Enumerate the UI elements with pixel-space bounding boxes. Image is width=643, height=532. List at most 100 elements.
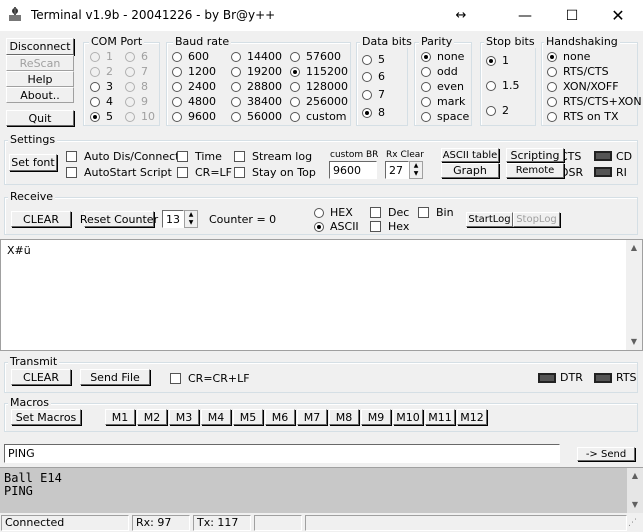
custom-br-input[interactable]: 9600 xyxy=(329,161,377,179)
handshake-none-radio[interactable]: none xyxy=(547,50,590,63)
cr-lf-checkbox[interactable]: CR=LF xyxy=(177,166,232,179)
rx-clear-input[interactable]: 27 xyxy=(385,161,409,179)
baud-256000-radio[interactable]: 256000 xyxy=(290,95,348,108)
maximize-button[interactable]: ☐ xyxy=(549,0,595,31)
send-button[interactable]: -> Send xyxy=(577,447,635,461)
parity-mark-radio[interactable]: mark xyxy=(421,95,465,108)
transmit-log[interactable]: Ball E14 PING ▲ ▼ xyxy=(0,467,643,513)
counter-input[interactable]: 13 xyxy=(162,210,184,228)
stop-bits-1-radio[interactable]: 1 xyxy=(486,54,509,67)
transmit-clear-button[interactable]: CLEAR xyxy=(11,369,71,385)
macro-m11-button[interactable]: M11 xyxy=(425,409,455,425)
baud-1200-radio[interactable]: 1200 xyxy=(172,65,216,78)
com-2-radio[interactable]: 2 xyxy=(90,65,113,78)
macro-m7-button[interactable]: M7 xyxy=(297,409,327,425)
macro-m4-button[interactable]: M4 xyxy=(201,409,231,425)
remote-button[interactable]: Remote xyxy=(506,163,564,178)
com-6-radio[interactable]: 6 xyxy=(125,50,148,63)
baud-9600-radio[interactable]: 9600 xyxy=(172,110,216,123)
rescan-button[interactable]: ReScan xyxy=(6,55,74,71)
dec-checkbox[interactable]: Dec xyxy=(370,206,409,219)
data-bits-8-radio[interactable]: 8 xyxy=(362,106,385,119)
set-font-button[interactable]: Set font xyxy=(9,154,57,171)
parity-none-radio[interactable]: none xyxy=(421,50,464,63)
handshake-xon-xoff-radio[interactable]: XON/XOFF xyxy=(547,80,619,93)
baud-2400-radio[interactable]: 2400 xyxy=(172,80,216,93)
macro-m5-button[interactable]: M5 xyxy=(233,409,263,425)
log-scrollbar[interactable]: ▲ ▼ xyxy=(627,468,643,513)
baud-4800-radio[interactable]: 4800 xyxy=(172,95,216,108)
stop-bits-1-5-radio[interactable]: 1.5 xyxy=(486,79,520,92)
receive-clear-button[interactable]: CLEAR xyxy=(11,211,71,227)
receive-hex-radio[interactable]: HEX xyxy=(314,206,353,219)
com-7-radio[interactable]: 7 xyxy=(125,65,148,78)
parity-odd-radio[interactable]: odd xyxy=(421,65,458,78)
receive-area[interactable]: X#ü ▲ ▼ xyxy=(0,239,643,351)
macro-m6-button[interactable]: M6 xyxy=(265,409,295,425)
set-macros-button[interactable]: Set Macros xyxy=(11,409,81,425)
transmit-input[interactable]: PING xyxy=(4,444,560,463)
stream-log-checkbox[interactable]: Stream log xyxy=(234,150,312,163)
macro-m10-button[interactable]: M10 xyxy=(393,409,423,425)
handshake-rts-cts-xon-radio[interactable]: RTS/CTS+XON xyxy=(547,95,642,108)
about-button[interactable]: About.. xyxy=(6,87,74,103)
com-8-radio[interactable]: 8 xyxy=(125,80,148,93)
baud-38400-radio[interactable]: 38400 xyxy=(231,95,282,108)
baud-56000-radio[interactable]: 56000 xyxy=(231,110,282,123)
dtr-led[interactable] xyxy=(538,373,556,383)
baud-19200-radio[interactable]: 19200 xyxy=(231,65,282,78)
baud-128000-radio[interactable]: 128000 xyxy=(290,80,348,93)
rts-led[interactable] xyxy=(594,373,612,383)
baud-14400-radio[interactable]: 14400 xyxy=(231,50,282,63)
rx-clear-spinner[interactable]: ▲ ▼ xyxy=(409,161,423,179)
auto-dis-connect-checkbox[interactable]: Auto Dis/Connect xyxy=(66,150,179,163)
macro-m9-button[interactable]: M9 xyxy=(361,409,391,425)
macro-m1-button[interactable]: M1 xyxy=(105,409,135,425)
scroll-up-icon[interactable]: ▲ xyxy=(626,240,642,256)
autostart-script-checkbox[interactable]: AutoStart Script xyxy=(66,166,172,179)
reset-counter-button[interactable]: Reset Counter xyxy=(80,211,158,227)
start-log-button[interactable]: StartLog xyxy=(466,212,513,227)
stop-log-button[interactable]: StopLog xyxy=(513,212,560,227)
resize-grip-icon[interactable]: ⋰ xyxy=(628,518,637,528)
resize-arrows-icon[interactable]: ↔ xyxy=(438,0,484,31)
scripting-button[interactable]: Scripting xyxy=(506,148,564,162)
stop-bits-2-radio[interactable]: 2 xyxy=(486,104,509,117)
data-bits-6-radio[interactable]: 6 xyxy=(362,70,385,83)
com-9-radio[interactable]: 9 xyxy=(125,95,148,108)
hex-checkbox[interactable]: Hex xyxy=(370,220,409,233)
receive-scrollbar[interactable]: ▲ ▼ xyxy=(626,240,642,350)
baud-custom-radio[interactable]: custom xyxy=(290,110,347,123)
com-5-radio[interactable]: 5 xyxy=(90,110,113,123)
disconnect-button[interactable]: Disconnect xyxy=(6,38,74,55)
stay-on-top-checkbox[interactable]: Stay on Top xyxy=(234,166,316,179)
bin-checkbox[interactable]: Bin xyxy=(418,206,454,219)
minimize-button[interactable]: — xyxy=(502,0,548,31)
receive-ascii-radio[interactable]: ASCII xyxy=(314,220,359,233)
quit-button[interactable]: Quit xyxy=(6,110,74,126)
help-button[interactable]: Help xyxy=(6,71,74,87)
send-file-button[interactable]: Send File xyxy=(80,369,150,385)
scroll-down-icon[interactable]: ▼ xyxy=(626,334,642,350)
parity-even-radio[interactable]: even xyxy=(421,80,464,93)
macro-m3-button[interactable]: M3 xyxy=(169,409,199,425)
macro-m12-button[interactable]: M12 xyxy=(457,409,487,425)
cr-cr-lf-checkbox[interactable]: CR=CR+LF xyxy=(170,372,250,385)
data-bits-7-radio[interactable]: 7 xyxy=(362,88,385,101)
scroll-down-icon[interactable]: ▼ xyxy=(627,497,643,513)
handshake-rts-on-tx-radio[interactable]: RTS on TX xyxy=(547,110,619,123)
com-3-radio[interactable]: 3 xyxy=(90,80,113,93)
macro-m8-button[interactable]: M8 xyxy=(329,409,359,425)
macro-m2-button[interactable]: M2 xyxy=(137,409,167,425)
com-10-radio[interactable]: 10 xyxy=(125,110,155,123)
counter-spinner[interactable]: ▲ ▼ xyxy=(184,210,198,228)
com-1-radio[interactable]: 1 xyxy=(90,50,113,63)
ascii-table-button[interactable]: ASCII table xyxy=(441,148,499,162)
baud-115200-radio[interactable]: 115200 xyxy=(290,65,348,78)
baud-28800-radio[interactable]: 28800 xyxy=(231,80,282,93)
handshake-rts-cts-radio[interactable]: RTS/CTS xyxy=(547,65,609,78)
graph-button[interactable]: Graph xyxy=(441,163,499,178)
baud-600-radio[interactable]: 600 xyxy=(172,50,209,63)
data-bits-5-radio[interactable]: 5 xyxy=(362,53,385,66)
baud-57600-radio[interactable]: 57600 xyxy=(290,50,341,63)
